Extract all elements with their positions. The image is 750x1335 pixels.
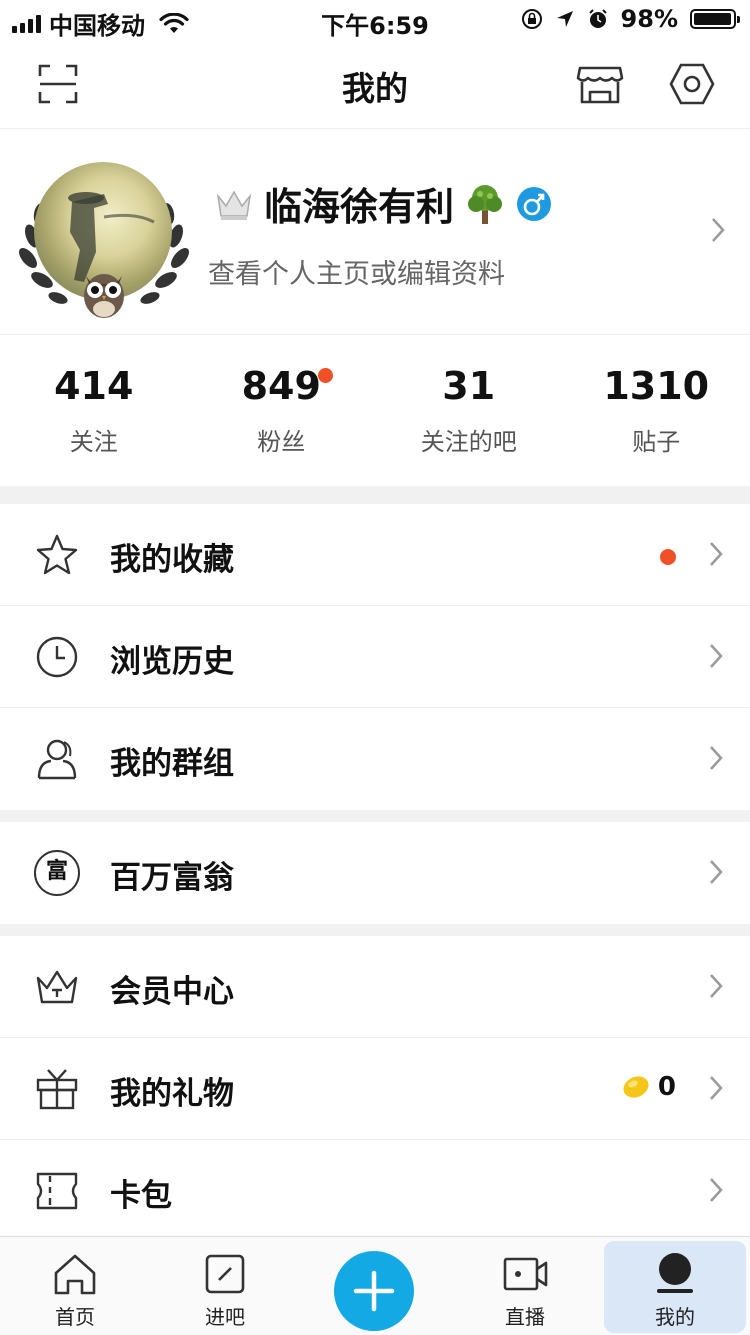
shop-icon[interactable] (576, 60, 624, 108)
stat-following[interactable]: 414 关注 (0, 334, 188, 486)
menu-label: 浏览历史 (110, 636, 234, 681)
tab-label: 我的 (604, 1301, 746, 1330)
profile-subtitle: 查看个人主页或编辑资料 (208, 252, 505, 291)
battery-percent: 98% (621, 5, 678, 33)
video-icon (502, 1251, 548, 1297)
fans-badge-dot (318, 368, 333, 383)
battery-icon (690, 9, 736, 29)
chevron-right-icon (708, 540, 724, 568)
chevron-right-icon (708, 1074, 724, 1102)
menu-item-millionaire[interactable]: 富 百万富翁 (0, 822, 750, 924)
menu-label: 卡包 (110, 1170, 172, 1215)
gift-coins: 0 (622, 1072, 676, 1102)
page-title: 我的 (0, 62, 750, 110)
stat-value: 849 (188, 364, 376, 408)
tab-label: 直播 (450, 1301, 600, 1330)
tab-mine[interactable]: 我的 (604, 1241, 746, 1333)
status-right: 98% (521, 5, 736, 33)
profile-card[interactable]: 临海徐有利 查看个人主页或编辑资料 (0, 128, 750, 335)
tab-label: 进吧 (150, 1301, 300, 1330)
menu-item-history[interactable]: 浏览历史 (0, 606, 750, 708)
favorites-badge-dot (660, 549, 676, 565)
male-badge-icon (516, 186, 552, 222)
nav-bar: 我的 (0, 40, 750, 129)
chevron-right-icon (708, 1176, 724, 1204)
tab-forum[interactable]: 进吧 (150, 1237, 300, 1335)
stat-value: 1310 (563, 364, 750, 408)
stat-forums[interactable]: 31 关注的吧 (375, 334, 563, 486)
menu-item-wallet[interactable]: 卡包 (0, 1140, 750, 1242)
menu-label: 我的群组 (110, 738, 234, 783)
chevron-right-icon (708, 642, 724, 670)
menu-item-favorites[interactable]: 我的收藏 (0, 504, 750, 606)
location-icon (555, 9, 575, 29)
stat-posts[interactable]: 1310 贴子 (563, 334, 750, 486)
tab-label: 首页 (0, 1301, 150, 1330)
chevron-right-icon (708, 858, 724, 886)
stat-fans[interactable]: 849 粉丝 (188, 334, 376, 486)
user-icon (652, 1251, 698, 1297)
menu-item-gifts[interactable]: 我的礼物 0 (0, 1038, 750, 1140)
star-icon (34, 532, 80, 578)
add-post-button[interactable] (334, 1251, 414, 1331)
plus-icon (334, 1251, 414, 1331)
section-divider (0, 924, 750, 936)
tree-icon (464, 182, 506, 226)
home-icon (52, 1251, 98, 1297)
menu-item-groups[interactable]: 我的群组 (0, 708, 750, 810)
rich-icon: 富 (34, 850, 80, 896)
avatar[interactable] (18, 158, 190, 322)
chevron-right-icon (708, 972, 724, 1000)
crown-icon (34, 964, 80, 1010)
stats-bar: 414 关注 849 粉丝 31 关注的吧 1310 贴子 (0, 334, 750, 486)
stat-label: 关注 (0, 422, 188, 457)
stat-value: 31 (375, 364, 563, 408)
gift-icon (34, 1066, 80, 1112)
menu-label: 会员中心 (110, 966, 234, 1011)
tab-live[interactable]: 直播 (450, 1237, 600, 1335)
coin-icon (622, 1074, 650, 1100)
rich-icon-char: 富 (46, 859, 68, 884)
chevron-right-icon (710, 216, 726, 244)
tab-home[interactable]: 首页 (0, 1237, 150, 1335)
tab-bar: 首页 进吧 直播 我的 (0, 1236, 750, 1335)
stat-value: 414 (0, 364, 188, 408)
menu-label: 我的礼物 (110, 1068, 234, 1113)
user-name-line: 临海徐有利 (214, 176, 552, 231)
menu-item-vip[interactable]: 会员中心 (0, 936, 750, 1038)
owl-icon (78, 262, 130, 322)
stat-label: 贴子 (563, 422, 750, 457)
crown-badge-icon (214, 186, 254, 222)
clock-icon (34, 634, 80, 680)
rotation-lock-icon (521, 8, 543, 30)
ticket-icon (34, 1168, 80, 1214)
section-divider (0, 810, 750, 822)
stat-label: 粉丝 (188, 422, 376, 457)
alarm-icon (587, 8, 609, 30)
menu-label: 百万富翁 (110, 852, 234, 897)
settings-icon[interactable] (668, 60, 716, 108)
section-divider (0, 486, 750, 504)
edit-box-icon (202, 1251, 248, 1297)
chevron-right-icon (708, 744, 724, 772)
menu-label: 我的收藏 (110, 534, 234, 579)
gift-count: 0 (658, 1072, 676, 1102)
status-bar: 中国移动 下午6:59 98% (0, 0, 750, 40)
user-group-icon (34, 736, 80, 782)
user-name: 临海徐有利 (264, 176, 454, 231)
stat-label: 关注的吧 (375, 422, 563, 457)
